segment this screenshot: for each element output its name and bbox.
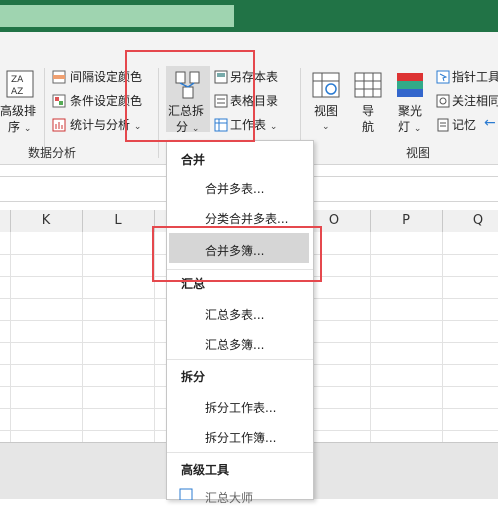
svg-text:ZA: ZA	[11, 75, 24, 85]
focus-related-icon	[436, 94, 450, 108]
sort-label-2[interactable]: 序 ⌄	[8, 120, 31, 136]
menu-section-merge: 合并	[181, 153, 206, 167]
spotlight-label-1[interactable]: 聚光	[398, 104, 422, 118]
sort-az-icon: ZA AZ	[6, 70, 34, 98]
column-header-l[interactable]: L	[82, 210, 155, 232]
sort-label-1[interactable]: 高级排	[0, 104, 36, 118]
navigation-label-1[interactable]: 导	[362, 104, 374, 118]
memo-button[interactable]: 记忆	[452, 118, 476, 132]
spotlight-icon	[397, 73, 423, 97]
pointer-tool-button[interactable]: 指针工具	[452, 70, 498, 84]
navigation-icon	[354, 72, 382, 98]
column-header-k[interactable]: K	[10, 210, 83, 232]
group-label-data-analysis: 数据分析	[28, 146, 77, 160]
condition-color-icon	[52, 94, 66, 108]
menu-divider	[167, 359, 313, 360]
column-header-p[interactable]: P	[370, 210, 443, 232]
menu-section-advanced: 高级工具	[181, 463, 230, 477]
highlight-box-merge-workbooks	[152, 226, 322, 282]
focus-related-button[interactable]: 关注相同	[452, 94, 498, 108]
column-header-q[interactable]: Q	[442, 210, 498, 232]
interval-color-icon	[52, 70, 66, 84]
pointer-tool-icon	[436, 70, 450, 84]
memo-icon	[437, 118, 449, 132]
menu-item-merge-sheets[interactable]: 合并多表...	[205, 180, 264, 197]
navigation-label-2[interactable]: 航	[362, 120, 374, 134]
back-arrow-icon[interactable]: ←	[484, 116, 496, 130]
stats-analysis-icon	[52, 118, 66, 132]
view-icon	[312, 72, 340, 98]
menu-item-summarize-workbooks[interactable]: 汇总多簿...	[205, 336, 264, 353]
menu-item-category-merge[interactable]: 分类合并多表...	[205, 210, 288, 227]
menu-item-split-sheet[interactable]: 拆分工作表...	[205, 399, 276, 416]
title-search-box[interactable]	[0, 5, 234, 27]
view-button[interactable]: 视图	[314, 104, 338, 118]
highlight-box-summary-split	[125, 50, 255, 142]
svg-text:AZ: AZ	[11, 87, 23, 97]
group-label-view: 视图	[406, 146, 431, 160]
view-dropdown-icon[interactable]: ⌄	[322, 120, 330, 134]
summary-split-menu: 合并 合并多表... 分类合并多表... 合并多簿... 汇总 汇总多表... …	[166, 140, 314, 505]
menu-divider	[167, 452, 313, 453]
menu-section-split: 拆分	[181, 370, 206, 384]
menu-item-summarize-sheets[interactable]: 汇总多表...	[205, 306, 264, 323]
menu-item-split-workbook[interactable]: 拆分工作簿...	[205, 429, 276, 446]
spotlight-label-2[interactable]: 灯 ⌄	[398, 120, 421, 136]
summary-outline-icon	[179, 488, 193, 500]
